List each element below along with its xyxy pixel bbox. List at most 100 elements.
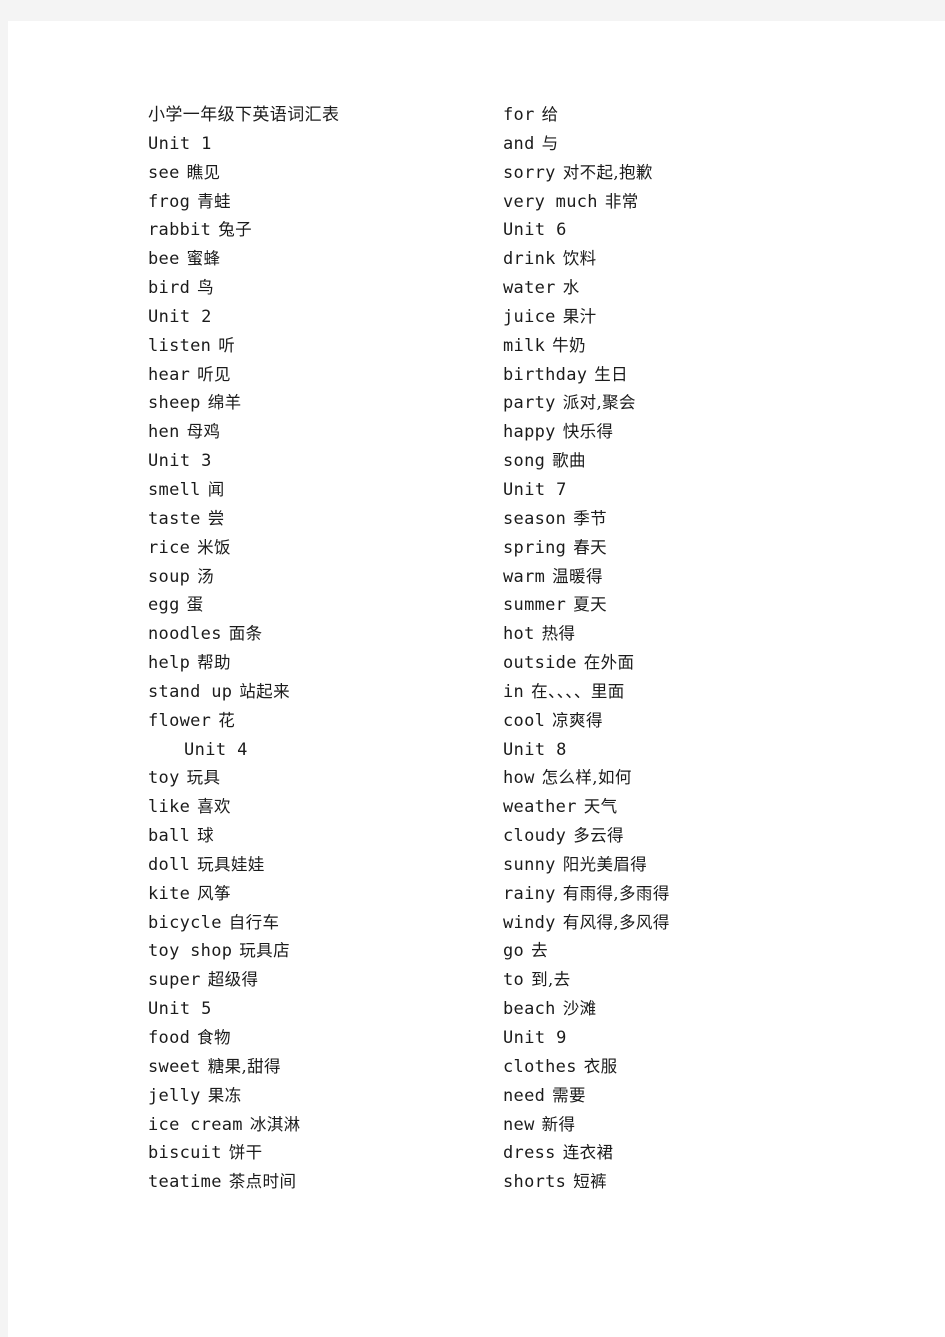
entry-english: windy [503,912,556,933]
entry-english: sunny [503,854,556,875]
entry-english: rainy [503,883,556,904]
vocabulary-entry: stand up 站起来 [148,678,493,707]
entry-chinese: 兔子 [218,220,253,240]
entry-english: taste [148,508,201,529]
vocabulary-entry: happy 快乐得 [503,418,848,447]
vocabulary-entry: ball 球 [148,822,493,851]
vocabulary-entry: hen 母鸡 [148,418,493,447]
entry-chinese: 青蛙 [197,191,231,211]
page-title: 小学一年级下英语词汇表 [148,101,493,130]
entry-english: season [503,508,567,529]
vocabulary-entry: toy 玩具 [148,764,493,793]
vocabulary-entry: rice 米饭 [148,534,493,563]
entry-chinese: 食物 [197,1028,231,1047]
entry-chinese: 米饭 [197,537,231,557]
entry-english: toy [148,768,180,789]
unit-heading: Unit 7 [503,476,848,505]
entry-chinese: 风筝 [197,883,231,903]
entry-chinese: 热得 [541,624,576,644]
entry-chinese: 快乐得 [562,422,614,442]
entry-chinese: 牛奶 [552,335,586,355]
entry-chinese: 玩具店 [239,941,290,961]
entry-english: spring [503,537,567,558]
entry-english: sheep [148,393,201,414]
entry-english: juice [503,306,556,327]
entry-chinese: 闻 [207,479,225,499]
vocabulary-entry: in 在、、、、里面 [503,678,848,707]
vocabulary-entry: and 与 [503,130,848,159]
entry-english: ball [148,826,191,847]
entry-english: new [503,1114,535,1135]
entry-chinese: 果汁 [562,306,597,326]
entry-chinese: 瞧见 [186,162,221,182]
entry-chinese: 蛋 [186,595,204,615]
entry-english: like [148,797,191,818]
entry-english: for [503,105,535,125]
vocabulary-entry: biscuit 饼干 [148,1139,493,1168]
entry-chinese: 沙滩 [562,999,597,1019]
entry-english: weather [503,797,577,818]
entry-chinese: 非常 [604,191,639,211]
entry-english: food [148,1028,191,1048]
entry-chinese: 茶点时间 [228,1172,297,1192]
entry-chinese: 去 [531,941,548,961]
entry-chinese: 玩具娃娃 [197,854,265,874]
vocabulary-entry: frog 青蛙 [148,188,493,217]
entry-english: toy shop [148,941,233,962]
left-column: 小学一年级下英语词汇表 Unit 1 see 瞧见 frog 青蛙 rabbit 兔子 bee 蜜… [148,101,493,1197]
vocabulary-entry: milk 牛奶 [503,332,848,361]
entry-chinese: 尝 [207,508,225,528]
entry-chinese: 派对,聚会 [562,393,636,413]
entry-chinese: 冰淇淋 [249,1114,301,1134]
entry-english: help [148,653,191,674]
vocabulary-entry: bird 鸟 [148,274,493,303]
entry-english: need [503,1085,546,1106]
entry-chinese: 帮助 [197,653,231,673]
entry-english: listen [148,335,212,356]
entry-chinese: 连衣裙 [562,1143,614,1163]
entry-english: hot [503,624,535,645]
entry-chinese: 喜欢 [197,797,231,817]
vocabulary-entry: smell 闻 [148,476,493,505]
vocabulary-entry: to 到,去 [503,966,848,995]
vocabulary-entry: cloudy 多云得 [503,822,848,851]
vocabulary-entry: clothes 衣服 [503,1053,848,1082]
entry-chinese: 怎么样,如何 [541,768,632,788]
entry-chinese: 对不起,抱歉 [562,162,653,182]
vocabulary-entry: warm 温暖得 [503,563,848,592]
entry-english: outside [503,653,577,674]
vocabulary-body: 小学一年级下英语词汇表 Unit 1 see 瞧见 frog 青蛙 rabbit 兔子 bee 蜜… [148,101,908,1197]
entry-english: noodles [148,624,222,645]
entry-chinese: 春天 [573,537,608,557]
vocabulary-entry: rabbit 兔子 [148,216,493,245]
unit-heading: Unit 9 [503,1024,848,1053]
entry-chinese: 多云得 [573,826,624,846]
entry-chinese: 绵羊 [207,393,242,413]
vocabulary-entry: hot 热得 [503,620,848,649]
vocabulary-entry: bicycle 自行车 [148,909,493,938]
entry-english: drink [503,249,556,270]
entry-chinese: 阳光美眉得 [562,854,648,874]
entry-english: kite [148,883,191,904]
entry-chinese: 鸟 [197,278,215,298]
entry-english: rice [148,537,191,558]
entry-english: warm [503,566,546,587]
vocabulary-entry: soup 汤 [148,563,493,592]
entry-chinese: 水 [562,278,580,298]
vocabulary-entry: toy shop 玩具店 [148,937,493,966]
entry-english: cloudy [503,826,567,847]
entry-english: clothes [503,1056,577,1077]
entry-english: to [503,970,525,991]
entry-english: hen [148,422,180,443]
entry-chinese: 有风得,多风得 [562,912,670,932]
vocabulary-entry: weather 天气 [503,793,848,822]
entry-english: party [503,393,556,414]
entry-chinese: 衣服 [583,1056,618,1076]
entry-english: birthday [503,364,588,385]
entry-chinese: 面条 [228,624,263,644]
entry-chinese: 听 [218,335,236,355]
unit-heading: Unit 5 [148,995,493,1024]
unit-label: Unit 7 [503,479,567,500]
entry-chinese: 玩具 [186,768,221,788]
vocabulary-entry: help 帮助 [148,649,493,678]
